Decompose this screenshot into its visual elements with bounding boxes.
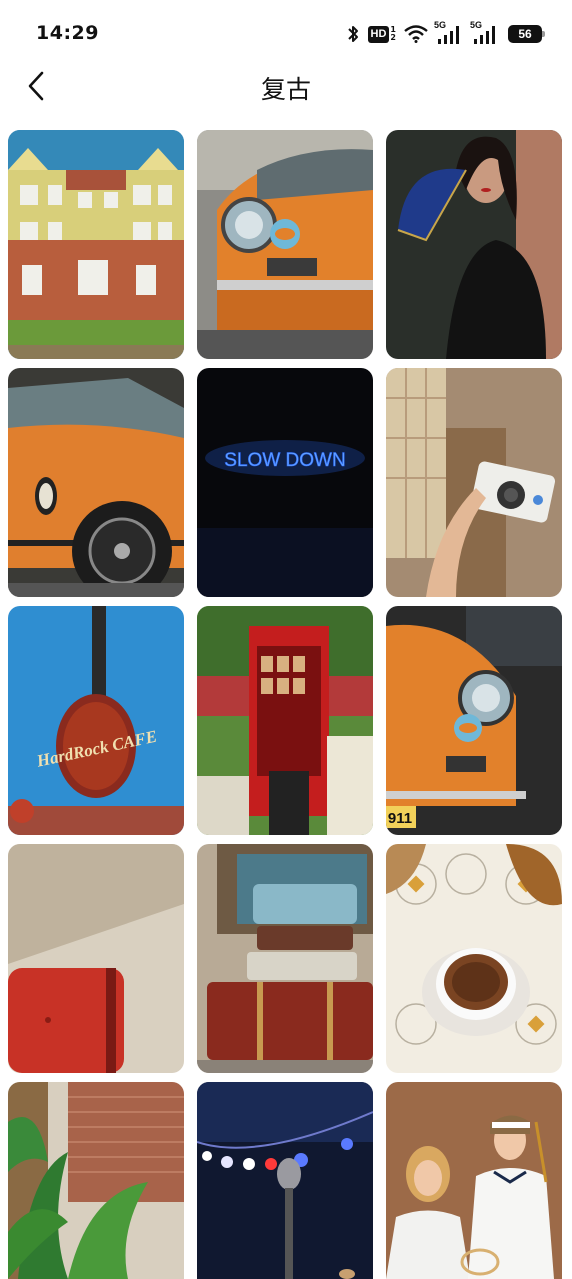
plants-image [8,1082,184,1279]
suitcases-image [197,844,373,1073]
neon-text: SLOW DOWN [224,450,345,471]
neon-sign-image: SLOW DOWN [197,368,373,597]
hd-icon: HD 1 2 [367,25,396,43]
photo-tile-porsche-side[interactable] [8,368,184,597]
photo-tile-porsche-gulf[interactable] [197,130,373,359]
porsche-gulf-image [197,130,373,359]
photo-tile-camera[interactable] [386,368,562,597]
status-icons: HD 1 2 5G 5G 56 [346,20,545,48]
porsche-side-image [8,368,184,597]
townhouse-image [8,130,184,359]
porsche-911-image: 911 [386,606,562,835]
status-time: 14:29 [36,22,99,44]
battery-icon: 56 [508,25,545,43]
camera-image [386,368,562,597]
wifi-icon [404,25,428,43]
couple-image [386,1082,562,1279]
plate-text: 911 [388,810,412,827]
signal-5g-icon: 5G [434,20,464,45]
photo-tile-hard-rock[interactable]: HardRock CAFE [8,606,184,835]
photo-tile-coffee[interactable] [386,844,562,1073]
hard-rock-image: HardRock CAFE [8,606,184,835]
photo-tile-woman-fan[interactable] [386,130,562,359]
header: 复古 [0,62,572,112]
photo-tile-suitcases[interactable] [197,844,373,1073]
photo-tile-couple[interactable] [386,1082,562,1279]
coffee-image [386,844,562,1073]
microphone-image [197,1082,373,1279]
woman-fan-image [386,130,562,359]
page-title: 复古 [260,75,311,104]
photo-tile-porsche-911[interactable]: 911 [386,606,562,835]
bluetooth-icon [346,24,360,44]
signal-5g-icon: 5G [470,20,500,45]
photo-tile-microphone[interactable] [197,1082,373,1279]
status-bar: 14:29 HD 1 2 5G 5G 56 [0,0,572,68]
photo-tile-red-chair[interactable] [8,844,184,1073]
phone-booth-image [197,606,373,835]
photo-tile-phone-booth[interactable] [197,606,373,835]
red-chair-image [8,844,184,1073]
photo-tile-neon-sign[interactable]: SLOW DOWN [197,368,373,597]
photo-tile-plants[interactable] [8,1082,184,1279]
battery-level: 56 [518,27,532,41]
photo-tile-townhouse[interactable] [8,130,184,359]
